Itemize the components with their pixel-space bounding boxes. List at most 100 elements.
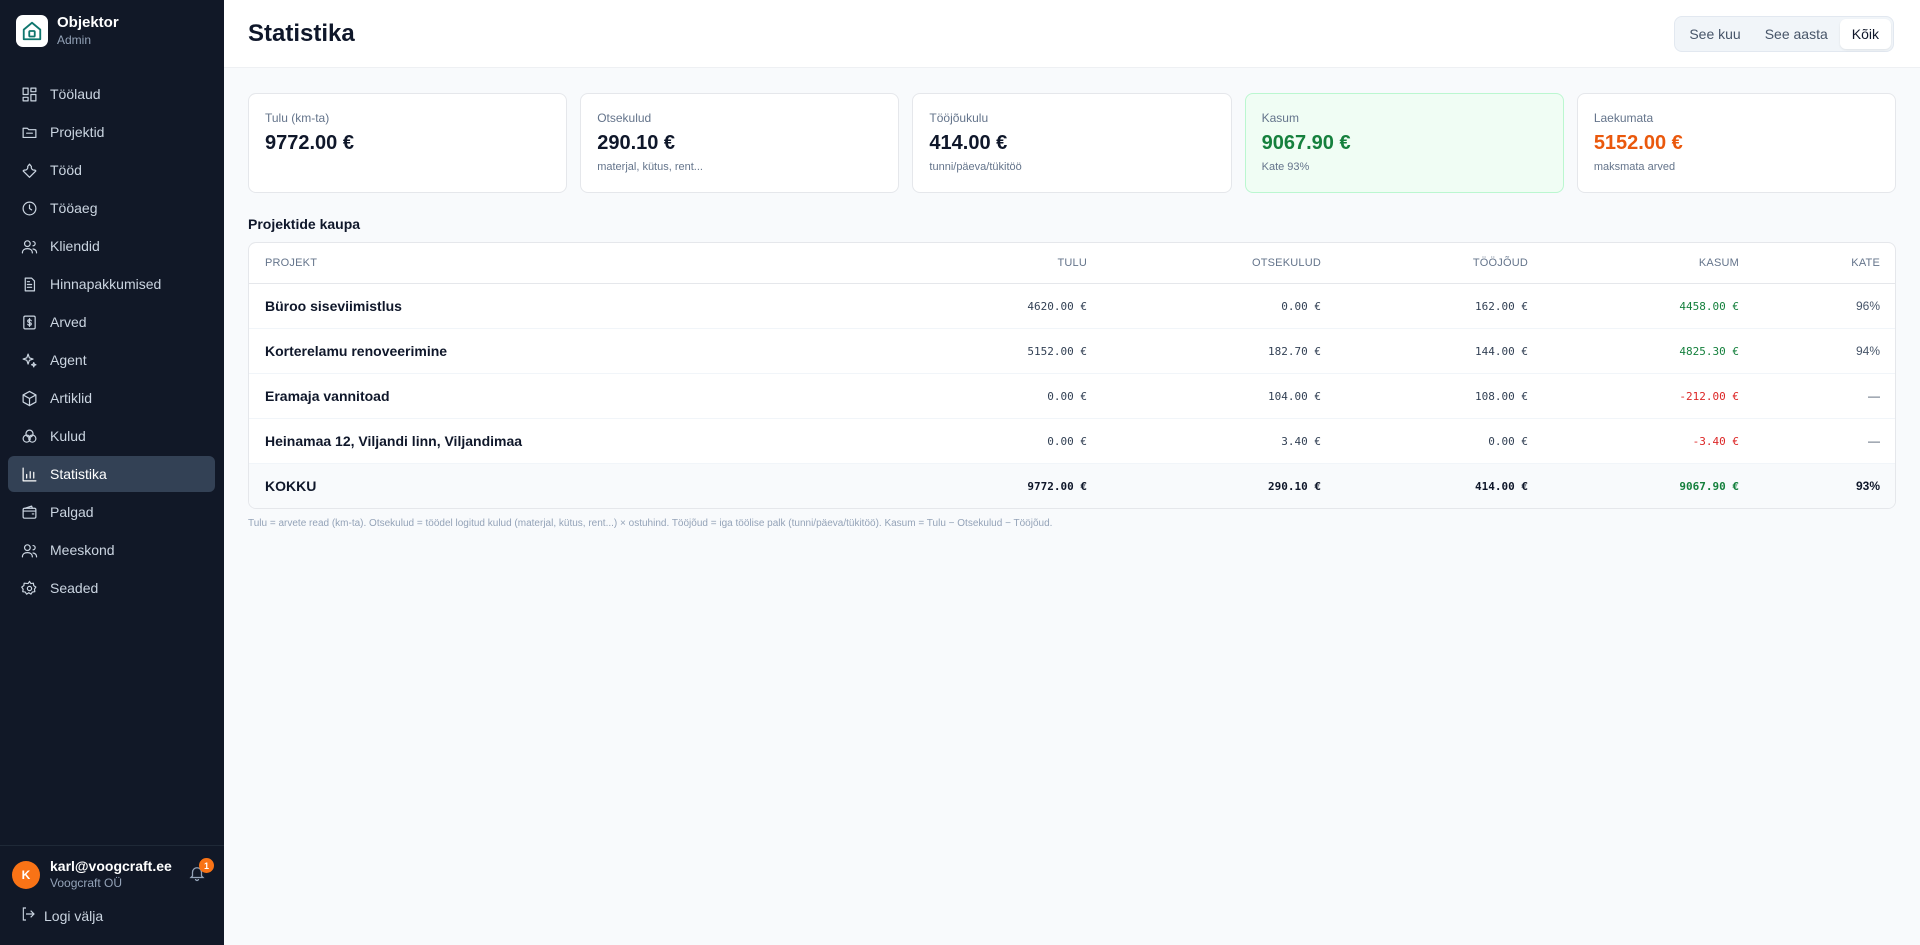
folder-icon [20, 123, 38, 141]
card-label: Kasum [1261, 111, 1299, 125]
sidebar-item-label: Artiklid [50, 390, 93, 406]
notification-badge: 1 [199, 858, 214, 873]
margin-cell: — [1868, 389, 1880, 403]
sidebar-item-statistika[interactable]: Statistika [8, 456, 215, 492]
card-label: Tulu (km-ta) [265, 111, 330, 125]
sidebar-item-label: Statistika [50, 466, 107, 482]
sidebar-item-label: Tööd [50, 162, 82, 178]
sidebar-footer: K karl@voogcraft.ee Voogcraft OÜ 1 Logi … [0, 845, 224, 945]
box-icon [20, 389, 38, 407]
logout-button[interactable]: Logi välja [20, 906, 103, 925]
sidebar-item-label: Tööaeg [50, 200, 98, 216]
card-label: Laekumata [1593, 111, 1654, 125]
sidebar-item-palgad[interactable]: Palgad [8, 494, 215, 530]
sidebar-item-kliendid[interactable]: Kliendid [8, 228, 215, 264]
brand[interactable]: Objektor Admin [16, 14, 119, 48]
projects-table: PROJEKT TULU OTSEKULUD TÖÖJÕUD KASUM KAT… [248, 242, 1896, 509]
card-label: Otsekulud [597, 111, 652, 125]
clock-icon [20, 199, 38, 217]
column-header-labor[interactable]: TÖÖJÕUD [1321, 257, 1528, 269]
sidebar-item-label: Meeskond [50, 542, 115, 558]
sidebar-item-label: Töölaud [50, 86, 101, 102]
user-email: karl@voogcraft.ee [50, 858, 172, 874]
unpaid-card: Laekumata 5152.00 € maksmata arved [1576, 93, 1897, 193]
sidebar-item-toolaud[interactable]: Töölaud [8, 76, 215, 112]
period-this-year-button[interactable]: See aasta [1753, 19, 1840, 49]
sidebar-item-seaded[interactable]: Seaded [8, 570, 215, 606]
profit-cell: 4458.00 € [1679, 299, 1739, 313]
total-revenue: 9772.00 € [1027, 479, 1087, 493]
column-header-profit[interactable]: KASUM [1528, 257, 1739, 269]
wallet-icon [20, 503, 38, 521]
sidebar-item-label: Projektid [50, 124, 105, 140]
sidebar-item-agent[interactable]: Agent [8, 342, 215, 378]
card-subtitle: tunni/päeva/tükitöö [929, 161, 1022, 173]
coins-icon [20, 427, 38, 445]
project-name: Heinamaa 12, Viljandi linn, Viljandimaa [265, 433, 523, 449]
labor-cell: 108.00 € [1475, 389, 1528, 403]
revenue-cell: 0.00 € [1047, 434, 1087, 448]
table-row[interactable]: Eramaja vannitoad 0.00 € 104.00 € 108.00… [249, 374, 1895, 419]
labor-cell: 162.00 € [1475, 299, 1528, 313]
sidebar-item-label: Kulud [50, 428, 86, 444]
avatar: K [12, 860, 40, 889]
period-selector: See kuu See aasta Kõik [1674, 16, 1894, 52]
revenue-cell: 4620.00 € [1027, 299, 1087, 313]
sidebar-item-label: Arved [50, 314, 87, 330]
user-profile[interactable]: K karl@voogcraft.ee Voogcraft OÜ 1 [12, 858, 214, 891]
profit-card: Kasum 9067.90 € Kate 93% [1244, 93, 1564, 193]
column-header-margin[interactable]: KATE [1739, 257, 1880, 269]
sidebar-item-hinnapakkumised[interactable]: Hinnapakkumised [8, 266, 215, 302]
dashboard-icon [20, 85, 38, 103]
margin-cell: 94% [1855, 344, 1880, 358]
page-title: Statistika [248, 20, 355, 47]
column-header-project[interactable]: PROJEKT [249, 257, 849, 269]
notifications-button[interactable]: 1 [188, 858, 214, 884]
card-label: Tööjõukulu [929, 111, 989, 125]
revenue-cell: 0.00 € [1047, 389, 1087, 403]
revenue-card: Tulu (km-ta) 9772.00 € [248, 93, 568, 193]
total-direct-costs: 290.10 € [1268, 479, 1321, 493]
card-subtitle: materjal, kütus, rent... [597, 161, 703, 173]
labor-cost-card: Tööjõukulu 414.00 € tunni/päeva/tükitöö [912, 93, 1232, 193]
project-name: Eramaja vannitoad [265, 388, 390, 404]
period-all-button[interactable]: Kõik [1839, 19, 1891, 49]
app-name: Objektor [57, 14, 119, 31]
house-logo-icon [16, 15, 48, 47]
margin-cell: 96% [1855, 299, 1880, 313]
table-total-row: KOKKU 9772.00 € 290.10 € 414.00 € 9067.9… [249, 464, 1895, 508]
column-header-direct-costs[interactable]: OTSEKULUD [1087, 257, 1321, 269]
column-header-revenue[interactable]: TULU [849, 257, 1087, 269]
table-row[interactable]: Büroo siseviimistlus 4620.00 € 0.00 € 16… [249, 284, 1895, 329]
footnote: Tulu = arvete read (km-ta). Otsekulud = … [248, 518, 1053, 529]
sidebar-item-tooaeg[interactable]: Tööaeg [8, 190, 215, 226]
labor-cell: 0.00 € [1488, 434, 1528, 448]
table-row[interactable]: Korterelamu renoveerimine 5152.00 € 182.… [249, 329, 1895, 374]
sidebar: Objektor Admin Töölaud Projektid Tööd Tö… [0, 0, 224, 945]
logout-icon [20, 906, 44, 925]
direct-costs-cell: 182.70 € [1268, 344, 1321, 358]
sidebar-item-meeskond[interactable]: Meeskond [8, 532, 215, 568]
profit-cell: -3.40 € [1692, 434, 1739, 448]
margin-cell: — [1868, 434, 1880, 448]
card-value: 290.10 € [597, 132, 676, 154]
document-icon [20, 275, 38, 293]
sidebar-item-kulud[interactable]: Kulud [8, 418, 215, 454]
table-row[interactable]: Heinamaa 12, Viljandi linn, Viljandimaa … [249, 419, 1895, 464]
gear-icon [20, 579, 38, 597]
direct-costs-card: Otsekulud 290.10 € materjal, kütus, rent… [580, 93, 900, 193]
total-labor: 414.00 € [1475, 479, 1528, 493]
revenue-cell: 5152.00 € [1027, 344, 1087, 358]
sidebar-item-arved[interactable]: Arved [8, 304, 215, 340]
sidebar-item-tood[interactable]: Tööd [8, 152, 215, 188]
sidebar-item-artiklid[interactable]: Artiklid [8, 380, 215, 416]
project-name: Büroo siseviimistlus [265, 298, 402, 314]
total-margin: 93% [1855, 479, 1880, 493]
direct-costs-cell: 0.00 € [1281, 299, 1321, 313]
period-this-month-button[interactable]: See kuu [1677, 19, 1752, 49]
project-name: Korterelamu renoveerimine [265, 343, 448, 359]
logout-label: Logi välja [44, 907, 104, 924]
profit-cell: 4825.30 € [1679, 344, 1739, 358]
team-icon [20, 541, 38, 559]
sidebar-item-projektid[interactable]: Projektid [8, 114, 215, 150]
